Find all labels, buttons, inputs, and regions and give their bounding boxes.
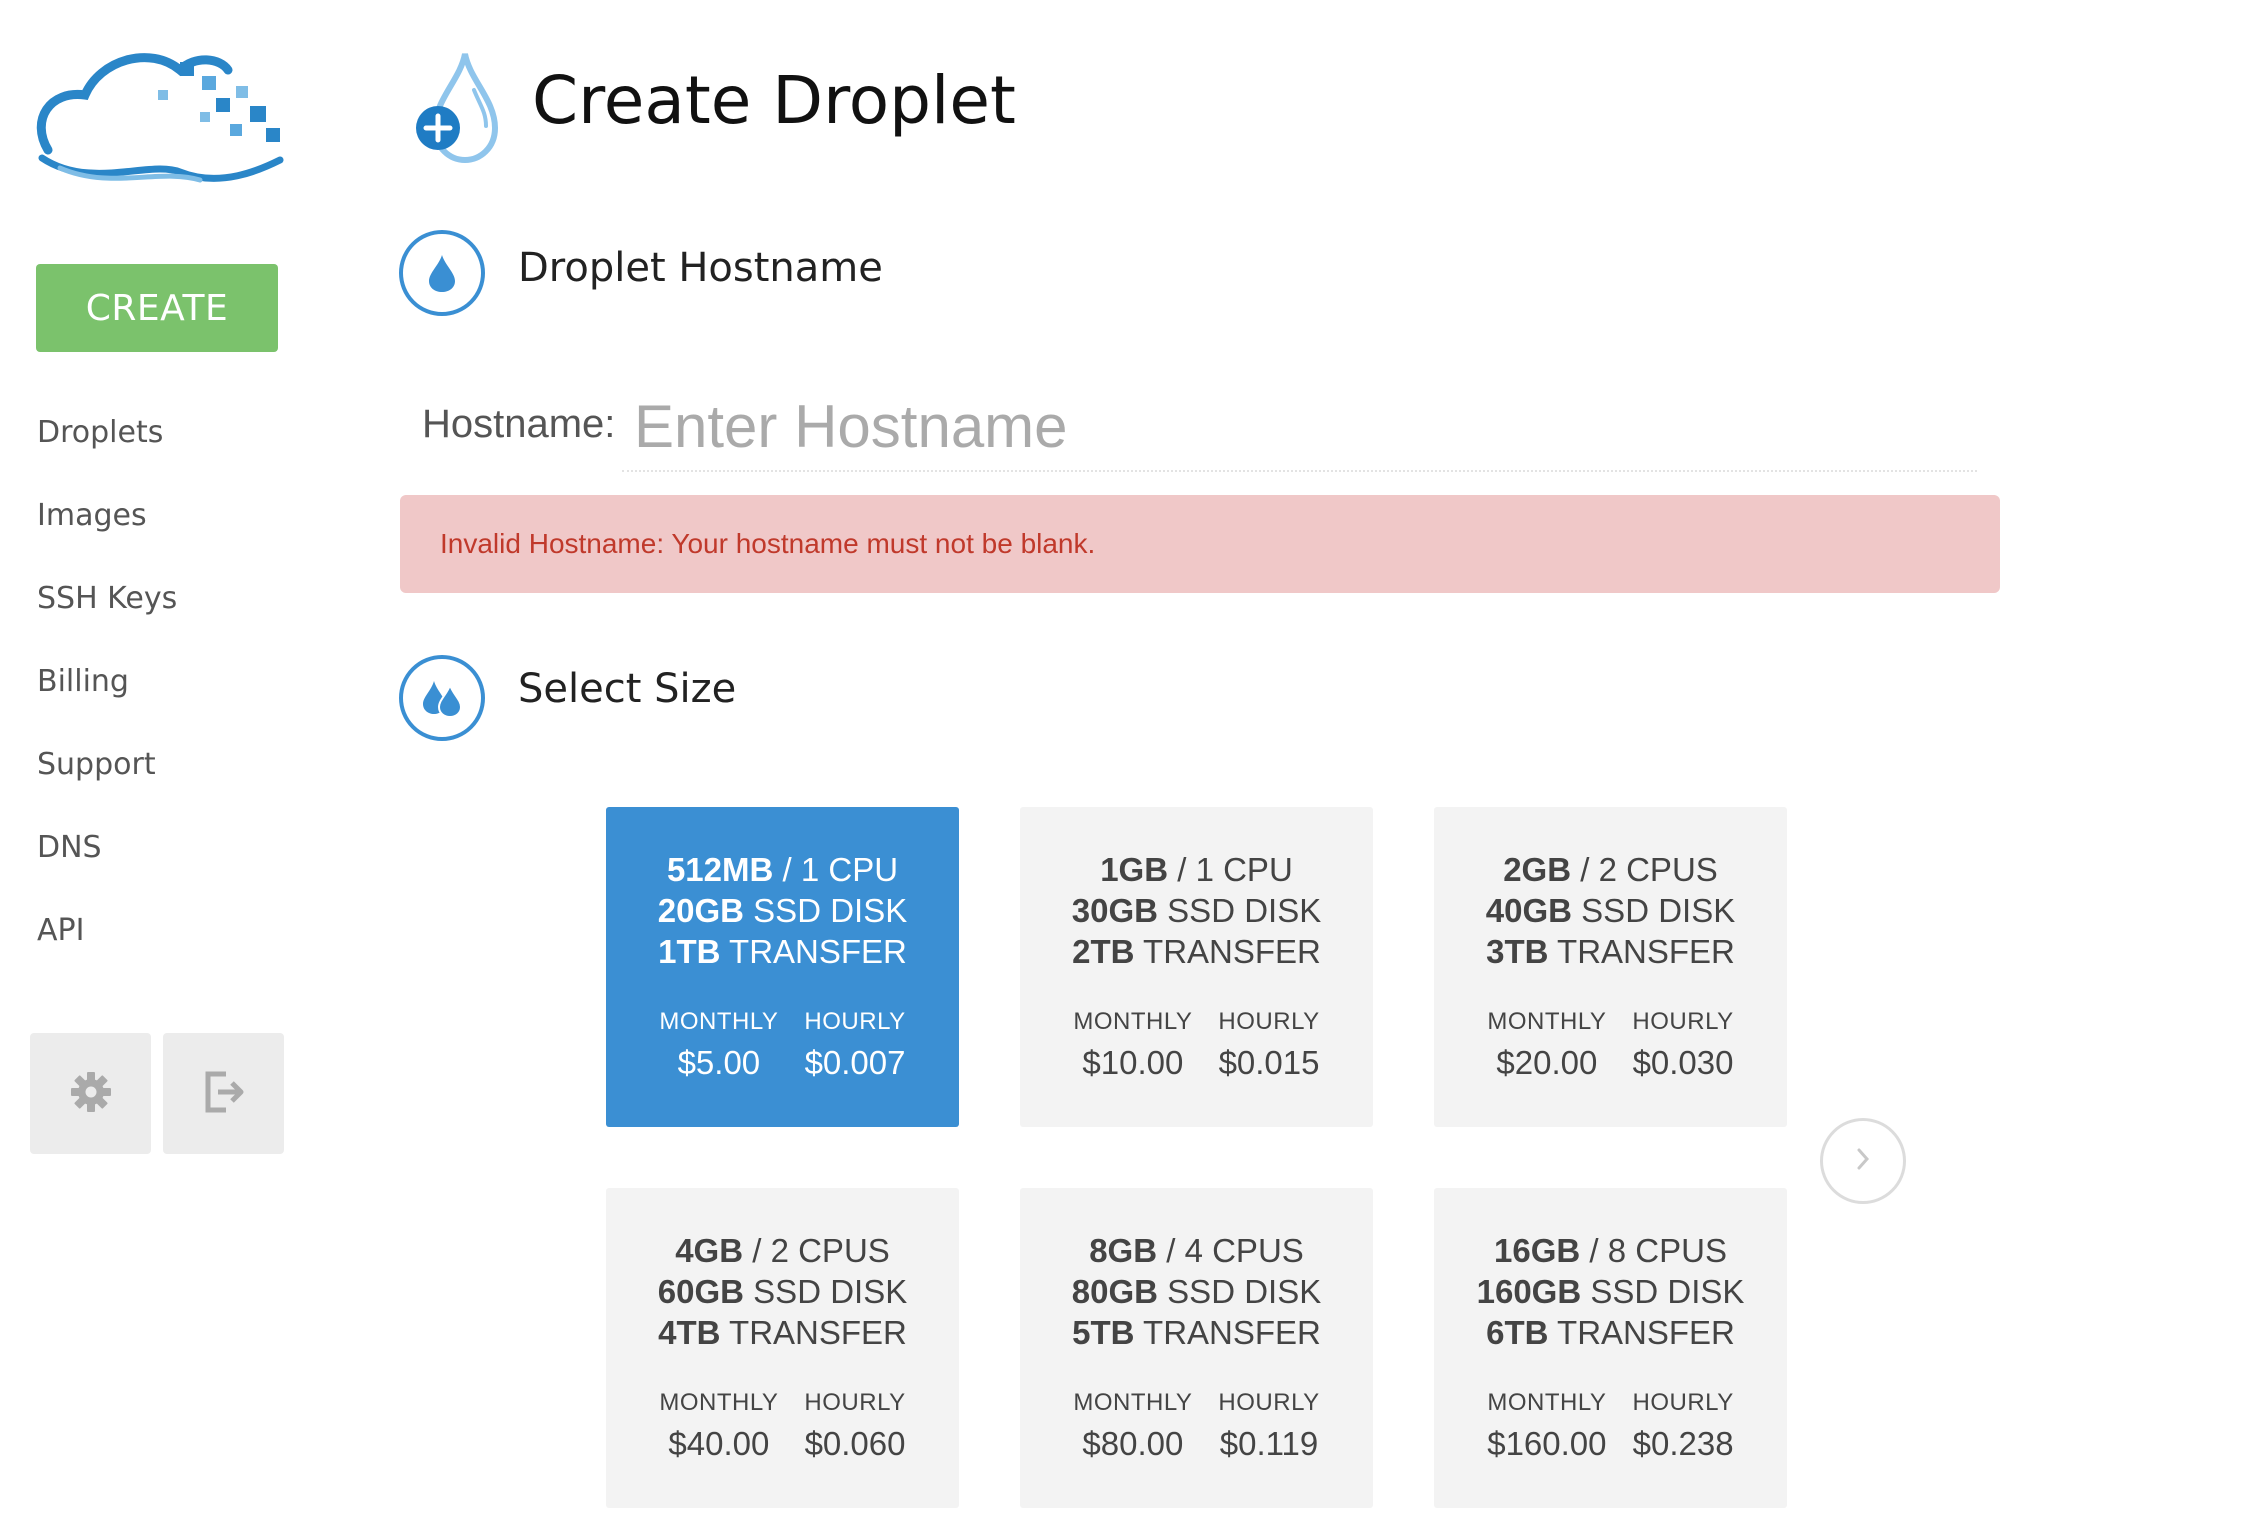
size-disk-label: SSD DISK bbox=[753, 892, 908, 929]
size-specs: 512MB / 1 CPU 20GB SSD DISK 1TB TRANSFER bbox=[657, 851, 908, 970]
size-disk-label: SSD DISK bbox=[1167, 892, 1322, 929]
settings-button[interactable] bbox=[30, 1033, 151, 1154]
hourly-price: $0.119 bbox=[1219, 1425, 1319, 1462]
section-title-hostname: Droplet Hostname bbox=[518, 245, 883, 291]
monthly-price: $80.00 bbox=[1082, 1425, 1184, 1462]
droplet-icon bbox=[399, 230, 485, 316]
monthly-label: MONTHLY bbox=[1073, 1389, 1193, 1416]
hourly-label: HOURLY bbox=[1218, 1389, 1320, 1416]
hourly-label: HOURLY bbox=[804, 1008, 906, 1035]
size-memory: 2GB bbox=[1503, 851, 1572, 888]
hourly-price: $0.015 bbox=[1218, 1044, 1320, 1081]
size-transfer: 6TB bbox=[1486, 1314, 1549, 1351]
size-cpu: 2 CPUS bbox=[1598, 851, 1718, 888]
logout-icon bbox=[200, 1068, 248, 1120]
size-disk: 160GB bbox=[1476, 1273, 1582, 1310]
droplet-plus-icon bbox=[410, 50, 510, 165]
size-transfer-label: TRANSFER bbox=[1557, 1314, 1735, 1351]
size-transfer: 5TB bbox=[1072, 1314, 1135, 1351]
hourly-price: $0.030 bbox=[1632, 1044, 1734, 1081]
size-cpu: 1 CPU bbox=[800, 851, 899, 888]
size-memory: 512MB bbox=[666, 851, 774, 888]
sidebar-item-images[interactable]: Images bbox=[37, 483, 177, 566]
size-disk-label: SSD DISK bbox=[1581, 892, 1736, 929]
hourly-label: HOURLY bbox=[1218, 1008, 1320, 1035]
hourly-label: HOURLY bbox=[1632, 1008, 1734, 1035]
size-disk: 40GB bbox=[1485, 892, 1572, 929]
sidebar-item-billing[interactable]: Billing bbox=[37, 649, 177, 732]
size-specs: 2GB / 2 CPUS 40GB SSD DISK 3TB TRANSFER bbox=[1485, 851, 1736, 970]
chevron-right-icon bbox=[1853, 1144, 1873, 1178]
size-transfer-label: TRANSFER bbox=[1143, 933, 1321, 970]
monthly-price: $160.00 bbox=[1487, 1425, 1607, 1462]
size-disk: 20GB bbox=[657, 892, 744, 929]
monthly-label: MONTHLY bbox=[1487, 1389, 1607, 1416]
size-disk-label: SSD DISK bbox=[1590, 1273, 1745, 1310]
monthly-label: MONTHLY bbox=[659, 1008, 779, 1035]
hourly-price: $0.238 bbox=[1632, 1425, 1734, 1462]
logout-button[interactable] bbox=[163, 1033, 284, 1154]
size-specs: 1GB / 1 CPU 30GB SSD DISK 2TB TRANSFER bbox=[1071, 851, 1322, 970]
size-disk-label: SSD DISK bbox=[1167, 1273, 1322, 1310]
monthly-label: MONTHLY bbox=[1487, 1008, 1607, 1035]
sidebar-item-api[interactable]: API bbox=[37, 898, 177, 981]
size-memory: 8GB bbox=[1089, 1232, 1158, 1269]
size-cpu: 4 CPUS bbox=[1184, 1232, 1304, 1269]
hourly-price: $0.007 bbox=[804, 1044, 906, 1081]
sidebar-nav: Droplets Images SSH Keys Billing Support… bbox=[37, 400, 177, 981]
hostname-error-alert: Invalid Hostname: Your hostname must not… bbox=[400, 495, 2000, 593]
size-transfer-label: TRANSFER bbox=[1143, 1314, 1321, 1351]
size-transfer: 4TB bbox=[658, 1314, 721, 1351]
gear-icon bbox=[69, 1070, 113, 1118]
hostname-label: Hostname: bbox=[422, 402, 616, 446]
hourly-price: $0.060 bbox=[804, 1425, 906, 1462]
size-cpu: 1 CPU bbox=[1195, 851, 1293, 888]
size-memory: 16GB bbox=[1494, 1232, 1581, 1269]
digitalocean-logo[interactable] bbox=[30, 40, 290, 185]
hourly-label: HOURLY bbox=[1632, 1389, 1734, 1416]
size-disk: 80GB bbox=[1071, 1273, 1158, 1310]
size-disk: 30GB bbox=[1071, 892, 1158, 929]
sidebar-item-dns[interactable]: DNS bbox=[37, 815, 177, 898]
monthly-price: $20.00 bbox=[1496, 1044, 1598, 1081]
size-card-8gb[interactable]: 8GB / 4 CPUS 80GB SSD DISK 5TB TRANSFER … bbox=[1020, 1188, 1373, 1508]
size-card-16gb[interactable]: 16GB / 8 CPUS 160GB SSD DISK 6TB TRANSFE… bbox=[1434, 1188, 1787, 1508]
next-sizes-button[interactable] bbox=[1820, 1118, 1906, 1204]
hourly-label: HOURLY bbox=[804, 1389, 906, 1416]
hostname-input[interactable] bbox=[622, 382, 1977, 472]
create-button[interactable]: CREATE bbox=[36, 264, 278, 352]
sidebar-item-droplets[interactable]: Droplets bbox=[37, 400, 177, 483]
size-transfer: 3TB bbox=[1486, 933, 1549, 970]
size-specs: 16GB / 8 CPUS 160GB SSD DISK 6TB TRANSFE… bbox=[1476, 1232, 1745, 1351]
drops-icon bbox=[399, 655, 485, 741]
monthly-price: $40.00 bbox=[668, 1425, 770, 1462]
monthly-label: MONTHLY bbox=[659, 1389, 779, 1416]
size-card-1gb[interactable]: 1GB / 1 CPU 30GB SSD DISK 2TB TRANSFER M… bbox=[1020, 807, 1373, 1127]
size-card-4gb[interactable]: 4GB / 2 CPUS 60GB SSD DISK 4TB TRANSFER … bbox=[606, 1188, 959, 1508]
monthly-price: $5.00 bbox=[677, 1044, 761, 1081]
size-card-512mb[interactable]: 512MB / 1 CPU 20GB SSD DISK 1TB TRANSFER… bbox=[606, 807, 959, 1127]
size-disk: 60GB bbox=[657, 1273, 744, 1310]
size-memory: 4GB bbox=[675, 1232, 744, 1269]
size-cpu: 8 CPUS bbox=[1607, 1232, 1727, 1269]
page-title: Create Droplet bbox=[532, 62, 1016, 139]
size-transfer-label: TRANSFER bbox=[1557, 933, 1735, 970]
size-card-2gb[interactable]: 2GB / 2 CPUS 40GB SSD DISK 3TB TRANSFER … bbox=[1434, 807, 1787, 1127]
size-memory: 1GB bbox=[1100, 851, 1169, 888]
monthly-label: MONTHLY bbox=[1073, 1008, 1193, 1035]
monthly-price: $10.00 bbox=[1082, 1044, 1184, 1081]
size-transfer-label: TRANSFER bbox=[729, 1314, 907, 1351]
size-transfer-label: TRANSFER bbox=[729, 933, 907, 970]
size-disk-label: SSD DISK bbox=[753, 1273, 908, 1310]
size-specs: 4GB / 2 CPUS 60GB SSD DISK 4TB TRANSFER bbox=[657, 1232, 908, 1351]
section-title-size: Select Size bbox=[518, 666, 737, 712]
size-transfer: 2TB bbox=[1072, 933, 1135, 970]
size-specs: 8GB / 4 CPUS 80GB SSD DISK 5TB TRANSFER bbox=[1071, 1232, 1322, 1351]
size-cpu: 2 CPUS bbox=[770, 1232, 890, 1269]
sidebar-item-ssh-keys[interactable]: SSH Keys bbox=[37, 566, 177, 649]
size-transfer: 1TB bbox=[658, 933, 721, 970]
sidebar-item-support[interactable]: Support bbox=[37, 732, 177, 815]
